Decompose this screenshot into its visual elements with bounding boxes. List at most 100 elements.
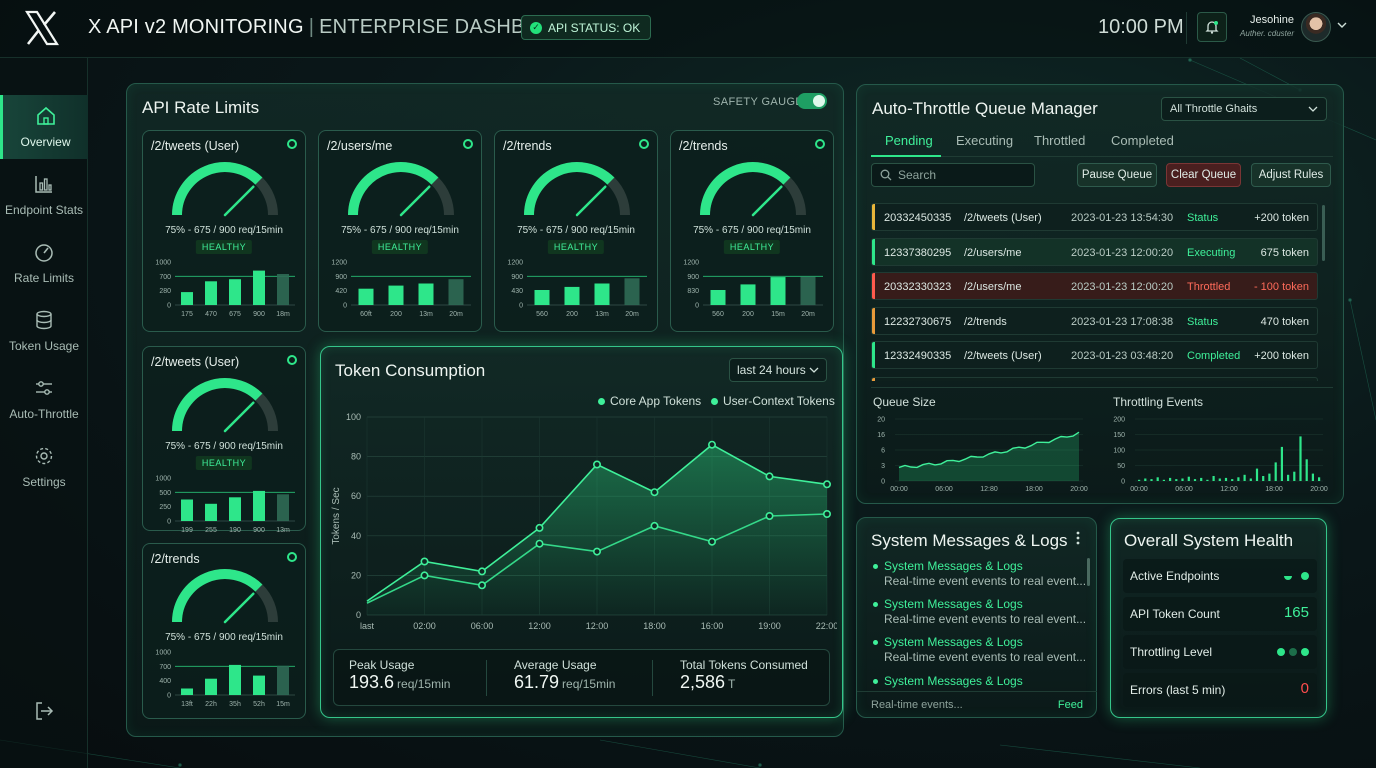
y-tick-label: 420 xyxy=(335,288,347,295)
x-tick-label: 12:00 xyxy=(528,621,551,631)
legend-dot xyxy=(598,397,605,405)
user-name[interactable]: Jesohine xyxy=(1236,14,1294,26)
status-badge: HEALTHY xyxy=(547,240,605,254)
x-tick-label: last xyxy=(360,621,375,631)
data-point xyxy=(592,547,601,556)
sidebar-item-rate-limits[interactable]: Rate Limits xyxy=(0,231,88,295)
tab-executing[interactable]: Executing xyxy=(956,133,1013,148)
endpoint-card[interactable]: /2/trends 75% - 675 / 900 req/15min HEALT… xyxy=(670,130,834,332)
settings-dot-icon[interactable] xyxy=(287,139,297,149)
row-id: 12232730675 xyxy=(884,315,952,328)
time-range-select[interactable]: last 24 hours xyxy=(729,358,827,382)
gauge-fill xyxy=(700,162,791,216)
queue-scrollbar[interactable] xyxy=(1322,205,1325,261)
mini-bar-chart: 1000 700 400 0 13ft 22h 35h 52h 15m xyxy=(155,650,295,708)
y-tick-label: 900 xyxy=(511,274,523,281)
bar xyxy=(253,270,265,305)
x-tick-label: 13m xyxy=(419,311,433,318)
sidebar-item-auto-throttle[interactable]: Auto-Throttle xyxy=(0,367,88,431)
safety-gauge-toggle[interactable] xyxy=(797,93,827,109)
bar xyxy=(710,290,726,305)
gauge-icon xyxy=(172,569,278,624)
tab-throttled[interactable]: Throttled xyxy=(1034,133,1085,148)
logs-feed-input[interactable]: Real-time events... xyxy=(871,699,963,711)
notifications-button[interactable] xyxy=(1197,12,1227,42)
more-vertical-icon[interactable] xyxy=(1075,530,1081,546)
y-tick-label: 1000 xyxy=(155,650,171,657)
table-row[interactable] xyxy=(871,377,1318,381)
x-logo-icon[interactable] xyxy=(24,10,60,46)
endpoint-card[interactable]: /2/tweets (User) 75% - 675 / 900 req/15m… xyxy=(142,346,306,534)
settings-dot-icon[interactable] xyxy=(815,139,825,149)
avatar[interactable] xyxy=(1301,12,1331,42)
x-tick-label: 15m xyxy=(771,311,785,318)
throttling-events-chart: 200 150 100 50 0 00:00 06:00 12:00 18:00 20:00 xyxy=(1113,417,1328,494)
list-item[interactable]: System Messages & Logs Real-time event e… xyxy=(873,635,1086,664)
throttle-filter-select[interactable]: All Throttle Ghaits xyxy=(1161,97,1327,121)
gauge-icon xyxy=(524,162,630,217)
y-tick-label: 900 xyxy=(335,274,347,281)
adjust-rules-button[interactable]: Adjust Rules xyxy=(1251,163,1331,187)
settings-dot-icon[interactable] xyxy=(463,139,473,149)
bar xyxy=(253,490,265,521)
endpoint-card[interactable]: /2/users/me 75% - 675 / 900 req/15min HEA… xyxy=(318,130,482,332)
tab-completed[interactable]: Completed xyxy=(1111,133,1174,148)
bar xyxy=(624,278,640,305)
bar xyxy=(418,283,434,305)
sidebar-item-settings[interactable]: Settings xyxy=(0,435,88,499)
sidebar-item-endpoint-stats[interactable]: Endpoint Stats xyxy=(0,163,88,227)
app-title: X API v2 MONITORING | ENTERPRISE DASHBOARD xyxy=(88,16,584,38)
bullet-icon xyxy=(873,678,878,684)
sidebar-item-token-usage[interactable]: Token Usage xyxy=(0,299,88,363)
gauge-needle xyxy=(223,592,255,624)
queue-title: Auto-Throttle Queue Manager xyxy=(872,99,1098,118)
endpoint-card[interactable]: /2/trends 75% - 675 / 900 req/15min HEALT… xyxy=(494,130,658,332)
data-point xyxy=(765,472,774,481)
pause-queue-button[interactable]: Pause Queue xyxy=(1077,163,1157,187)
settings-dot-icon[interactable] xyxy=(287,552,297,562)
endpoint-name: /2/users/me xyxy=(327,139,393,153)
tab-pending[interactable]: Pending xyxy=(885,133,933,148)
chevron-down-icon[interactable] xyxy=(1337,21,1347,29)
x-tick-label: 16:00 xyxy=(701,621,724,631)
list-item[interactable]: System Messages & Logs Real-time event e… xyxy=(873,559,1086,588)
table-row[interactable]: 12337380295 /2/users/me 2023-01-23 12:00… xyxy=(871,237,1318,266)
sidebar-item-overview[interactable]: Overview xyxy=(0,95,88,159)
y-tick-label: 20 xyxy=(351,570,361,580)
home-icon xyxy=(36,106,55,125)
x-tick-label: 200 xyxy=(390,311,402,318)
x-tick-label: 13m xyxy=(595,311,609,318)
settings-dot-icon[interactable] xyxy=(639,139,649,149)
endpoint-card[interactable]: /2/tweets (User) 75% - 675 / 900 req/15m… xyxy=(142,130,306,332)
feed-link[interactable]: Feed xyxy=(1058,699,1083,711)
list-item[interactable]: System Messages & Logs Real-time event e… xyxy=(873,597,1086,626)
table-row[interactable]: 12332490335 /2/tweets (User) 2023-01-23 … xyxy=(871,341,1318,369)
clear-queue-button[interactable]: Clear Queue xyxy=(1166,163,1241,187)
gauge-fill xyxy=(348,162,439,216)
list-item[interactable]: System Messages & Logs xyxy=(873,674,1023,688)
y-tick-label: 1200 xyxy=(683,260,699,267)
logs-scrollbar[interactable] xyxy=(1087,558,1090,586)
gauge-fill xyxy=(172,162,263,216)
x-tick-label: 20:00 xyxy=(1070,486,1088,493)
table-row[interactable]: 20332330323 /2/users/me 2023-01-23 12:00… xyxy=(871,272,1318,300)
row-id: 12337380295 xyxy=(884,246,952,259)
table-row[interactable]: 12232730675 /2/trends 2023-01-23 17:08:3… xyxy=(871,306,1318,335)
endpoint-card[interactable]: /2/trends 75% - 675 / 900 req/15min 1000 7… xyxy=(142,543,306,719)
queue-search-input[interactable]: Search xyxy=(871,163,1035,187)
row-status-bar xyxy=(872,378,875,381)
logout-icon[interactable] xyxy=(33,700,55,722)
bar xyxy=(253,675,265,695)
endpoint-reading: 75% - 675 / 900 req/15min xyxy=(693,225,811,236)
mini-bar-chart: 1000 700 280 0 175 470 675 900 18m xyxy=(155,260,295,318)
x-tick-label: 900 xyxy=(253,527,265,534)
event-bar xyxy=(1224,477,1228,481)
table-row[interactable]: 20332450335 /2/tweets (User) 2023-01-23 … xyxy=(871,203,1318,231)
bar xyxy=(205,503,217,521)
settings-dot-icon[interactable] xyxy=(287,355,297,365)
event-bar xyxy=(1162,479,1165,481)
row-id: 12332490335 xyxy=(884,350,952,362)
x-tick-label: 06:00 xyxy=(935,486,953,493)
event-bar xyxy=(1144,478,1147,481)
event-bar xyxy=(1150,479,1153,481)
